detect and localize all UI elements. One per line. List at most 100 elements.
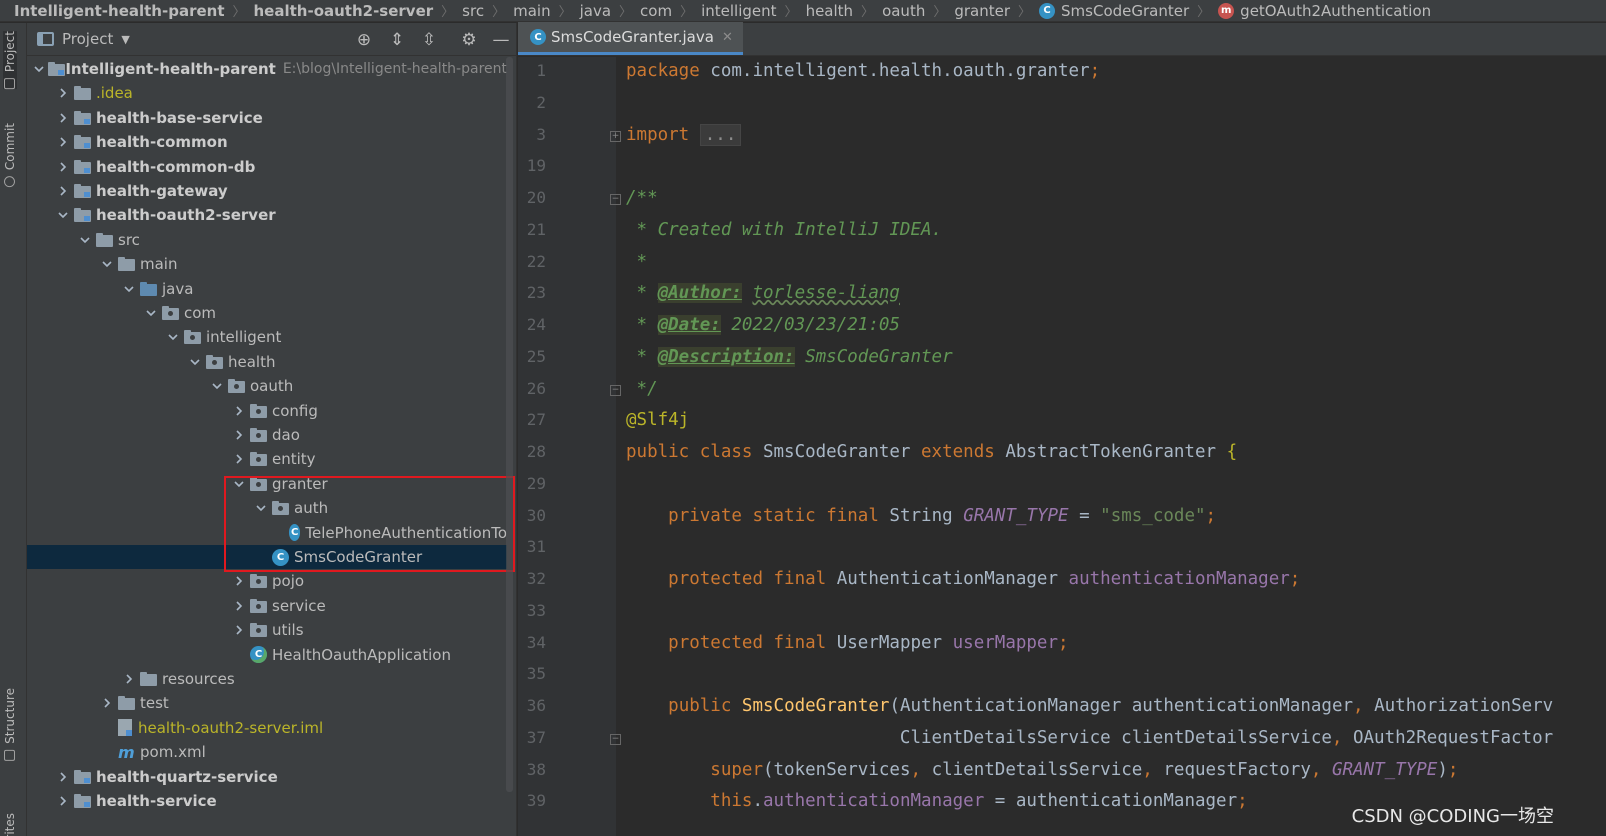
code-token: import <box>626 124 700 145</box>
commit-tool-label: Commit <box>3 123 17 171</box>
tree-item[interactable]: main <box>27 252 507 276</box>
project-view-selector[interactable]: Project <box>62 30 113 48</box>
line-number: 1 <box>536 61 546 80</box>
chevron-down-icon[interactable] <box>231 476 247 492</box>
chevron-down-icon[interactable] <box>165 329 181 345</box>
project-tree-scrollbar[interactable] <box>506 57 513 792</box>
favorites-tool-tab[interactable]: rites <box>3 813 17 836</box>
code-token: GRANT_TYPE <box>963 505 1069 526</box>
breadcrumb-item[interactable]: intelligent <box>701 2 776 20</box>
tree-item[interactable]: granter <box>27 472 507 496</box>
project-tree: Intelligent-health-parent E:\blog\Intelli… <box>27 57 517 836</box>
tree-item[interactable]: health-common <box>27 130 507 154</box>
chevron-right-icon[interactable] <box>55 183 71 199</box>
breadcrumb-item[interactable]: oauth <box>882 2 925 20</box>
close-icon[interactable]: ✕ <box>722 30 733 45</box>
breadcrumb-item[interactable]: granter <box>954 2 1010 20</box>
chevron-right-icon[interactable] <box>231 573 247 589</box>
breadcrumb-item[interactable]: C SmsCodeGranter <box>1039 2 1189 20</box>
tree-item[interactable]: health <box>27 350 507 374</box>
tree-item[interactable]: Intelligent-health-parent E:\blog\Intelli… <box>27 57 507 81</box>
chevron-right-icon[interactable] <box>99 695 115 711</box>
breadcrumb-item[interactable]: com <box>640 2 672 20</box>
chevron-right-icon[interactable] <box>55 110 71 126</box>
breadcrumb-item[interactable]: health-oauth2-server <box>254 2 434 20</box>
chevron-right-icon[interactable] <box>231 427 247 443</box>
tree-item-label: pojo <box>272 572 305 591</box>
tree-item[interactable]: health-oauth2-server.iml <box>27 716 507 740</box>
breadcrumb-separator-icon: 〉 <box>861 5 875 20</box>
chevron-right-icon[interactable] <box>55 159 71 175</box>
tree-item-label: pom.xml <box>140 743 206 762</box>
chevron-down-icon[interactable] <box>77 232 93 248</box>
tree-item[interactable]: auth <box>27 496 507 520</box>
chevron-right-icon[interactable] <box>55 793 71 809</box>
chevron-down-icon[interactable] <box>99 256 115 272</box>
tree-item[interactable]: C TelePhoneAuthenticationTo <box>27 521 507 545</box>
chevron-right-icon[interactable] <box>55 85 71 101</box>
chevron-right-icon[interactable] <box>55 769 71 785</box>
tree-item[interactable]: src <box>27 228 507 252</box>
code-line: public SmsCodeGranter(AuthenticationMana… <box>626 696 1553 716</box>
tree-item[interactable]: utils <box>27 618 507 642</box>
tree-item[interactable]: health-quartz-service <box>27 765 507 789</box>
code-token: , <box>1353 696 1375 716</box>
tree-item[interactable]: java <box>27 277 507 301</box>
breadcrumb-item[interactable]: health <box>806 2 853 20</box>
expand-all-icon[interactable]: ⇕ <box>387 30 407 50</box>
project-tool-tab[interactable]: Project <box>3 31 17 90</box>
chevron-right-icon[interactable] <box>55 134 71 150</box>
tree-item[interactable]: service <box>27 594 507 618</box>
tree-item[interactable]: C HealthOauthApplication <box>27 643 507 667</box>
tree-item[interactable]: .idea <box>27 81 507 105</box>
editor-tab[interactable]: C SmsCodeGranter.java ✕ <box>518 22 743 55</box>
chevron-right-icon[interactable] <box>231 451 247 467</box>
tree-item[interactable]: health-base-service <box>27 106 507 130</box>
chevron-right-icon[interactable] <box>231 403 247 419</box>
chevron-right-icon[interactable] <box>231 598 247 614</box>
commit-tool-tab[interactable]: Commit <box>3 123 17 188</box>
breadcrumb-item[interactable]: m getOAuth2Authentication <box>1218 2 1431 20</box>
folder-icon <box>118 696 135 711</box>
chevron-down-icon[interactable] <box>143 305 159 321</box>
chevron-down-icon[interactable]: ▼ <box>121 33 129 46</box>
breadcrumb-item[interactable]: src <box>462 2 484 20</box>
chevron-down-icon[interactable] <box>33 61 45 77</box>
code-token: private static final <box>668 505 890 526</box>
code-area[interactable]: package com.intelligent.health.oauth.gra… <box>616 57 1606 836</box>
tree-item[interactable]: health-gateway <box>27 179 507 203</box>
chevron-down-icon[interactable] <box>121 281 137 297</box>
tree-item[interactable]: health-service <box>27 789 507 813</box>
tree-item[interactable]: entity <box>27 447 507 471</box>
chevron-down-icon[interactable] <box>253 500 269 516</box>
tree-item[interactable]: health-common-db <box>27 155 507 179</box>
tree-item[interactable]: pojo <box>27 569 507 593</box>
breadcrumb-item[interactable]: java <box>580 2 611 20</box>
line-number: 22 <box>526 251 546 271</box>
collapse-all-icon[interactable]: ⇳ <box>419 30 439 50</box>
breadcrumb-item[interactable]: Intelligent-health-parent <box>14 2 224 20</box>
tree-item[interactable]: config <box>27 399 507 423</box>
minimize-icon[interactable]: — <box>491 30 511 50</box>
locate-icon[interactable]: ⊕ <box>354 30 374 50</box>
module-folder-icon <box>74 135 91 150</box>
chevron-right-icon[interactable] <box>121 671 137 687</box>
chevron-down-icon[interactable] <box>209 378 225 394</box>
tree-item[interactable]: resources <box>27 667 507 691</box>
breadcrumb-item[interactable]: main <box>513 2 550 20</box>
tree-item[interactable]: oauth <box>27 374 507 398</box>
chevron-right-icon[interactable] <box>231 622 247 638</box>
tree-item[interactable]: C SmsCodeGranter <box>27 545 507 569</box>
tree-item[interactable]: intelligent <box>27 325 507 349</box>
structure-tool-tab[interactable]: Structure <box>3 688 17 761</box>
gear-icon[interactable]: ⚙ <box>459 30 479 50</box>
code-token: { <box>1226 442 1238 462</box>
tree-item[interactable]: com <box>27 301 507 325</box>
chevron-down-icon[interactable] <box>187 354 203 370</box>
tree-item[interactable]: m pom.xml <box>27 740 507 764</box>
chevron-down-icon[interactable] <box>55 207 71 223</box>
tree-item[interactable]: dao <box>27 423 507 447</box>
tree-item[interactable]: health-oauth2-server <box>27 203 507 227</box>
tree-item[interactable]: test <box>27 691 507 715</box>
code-token: GRANT_TYPE <box>1331 759 1438 780</box>
